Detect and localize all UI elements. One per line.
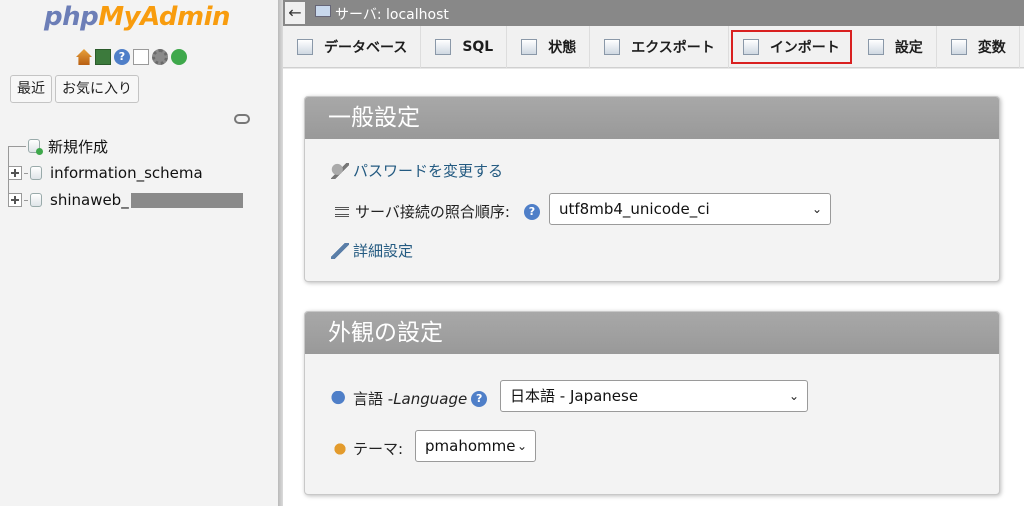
tab-sql-label: SQL [462,39,494,55]
tab-databases[interactable]: データベース [283,26,422,68]
tree-item-information-schema-label: information_schema [50,164,203,182]
status-icon [521,39,538,55]
collation-select[interactable]: utf8mb4_unicode_ci ⌄ [549,193,831,225]
new-database-icon [28,139,43,155]
appearance-settings-title: 外観の設定 [305,312,999,354]
collation-row: サーバ接続の照合順序: ? [335,201,540,222]
tree-item-information-schema[interactable]: information_schema [8,163,203,183]
theme-label: テーマ: [353,440,404,458]
link-with-main-panel-icon[interactable] [234,114,250,124]
favorites-button[interactable]: お気に入り [55,75,139,103]
theme-row: テーマ: [331,438,403,459]
database-icon [297,39,313,55]
tab-import[interactable]: インポート [730,30,852,64]
help-icon[interactable]: ? [523,203,540,220]
tab-sql[interactable]: SQL [421,26,508,68]
home-icon[interactable] [76,49,92,65]
quick-icons-bar: ? [76,49,187,65]
expand-icon[interactable] [8,193,22,207]
import-icon [742,39,759,55]
chevron-down-icon: ⌄ [811,202,822,216]
tab-databases-label: データベース [324,40,408,56]
main-content: 一般設定 パスワードを変更する サーバ接続の照合順序: ? utf8mb4_un… [283,69,1024,506]
tab-import-label: インポート [769,40,840,56]
tree-item-new[interactable]: 新規作成 [8,136,108,156]
exit-icon[interactable] [95,49,111,65]
tree-item-shinaweb[interactable]: shinaweb_ [8,190,243,210]
theme-select-value: pmahomme [425,437,516,455]
expand-icon[interactable] [8,166,22,180]
breadcrumb-bar: ← サーバ: localhost [283,0,1024,26]
tree-branch-line [24,199,28,201]
tab-status[interactable]: 状態 [507,26,591,68]
language-label: 言語 - [353,390,394,408]
tree-item-shinaweb-label: shinaweb_ [50,191,129,209]
settings-gear-icon[interactable] [152,49,168,65]
database-icon [30,193,42,207]
navigation-sidebar: phpMyAdmin ? 最近 お気に入り 新規作成 information_s… [0,0,278,506]
sql-icon [435,39,452,55]
variables-icon [950,39,967,55]
general-settings-title: 一般設定 [305,97,999,139]
more-settings-row: 詳細設定 [331,240,413,261]
appearance-settings-panel: 外観の設定 言語 - Language ? 日本語 - Japanese ⌄ テ… [304,311,1000,495]
theme-select[interactable]: pmahomme ⌄ [415,430,536,462]
breadcrumb-server[interactable]: サーバ: localhost [335,4,449,24]
list-icon [335,206,349,217]
logo-my: My [98,2,141,32]
tab-variables-label: 変数 [977,40,1006,56]
help-icon[interactable]: ? [114,49,130,65]
tree-item-new-label: 新規作成 [48,137,109,156]
tab-export[interactable]: エクスポート [590,26,729,68]
tab-export-label: エクスポート [631,40,715,56]
collation-select-value: utf8mb4_unicode_ci [559,200,710,218]
tab-status-label: 状態 [548,40,577,56]
wrench-icon [331,242,349,259]
tab-variables[interactable]: 変数 [937,26,1020,68]
chevron-down-icon: ⌄ [788,389,799,403]
language-icon [331,390,349,407]
help-icon[interactable]: ? [471,390,488,407]
language-select-value: 日本語 - Japanese [510,387,639,405]
recent-favorites-tabs: 最近 お気に入り [10,75,139,103]
language-row: 言語 - Language ? [331,388,488,409]
more-settings-link[interactable]: 詳細設定 [353,240,413,261]
database-icon [30,166,42,180]
change-password-link[interactable]: パスワードを変更する [353,160,503,181]
wrench-icon [867,39,884,55]
general-settings-panel: 一般設定 パスワードを変更する サーバ接続の照合順序: ? utf8mb4_un… [304,96,1000,282]
tree-branch-line [8,145,26,147]
change-password-row: パスワードを変更する [331,160,503,181]
collation-label: サーバ接続の照合順序: [355,203,510,221]
palette-icon [331,440,349,457]
server-icon [315,5,331,17]
tab-settings-label: 設定 [894,40,923,56]
language-select[interactable]: 日本語 - Japanese ⌄ [500,380,808,412]
recent-button[interactable]: 最近 [10,75,52,103]
redacted-block [130,192,243,208]
key-icon [331,162,349,179]
logo-php: php [44,2,99,32]
tab-settings[interactable]: 設定 [854,26,937,68]
export-icon [604,39,621,55]
docs-icon[interactable] [133,49,149,65]
phpmyadmin-logo[interactable]: phpMyAdmin [44,2,231,32]
main-tabs: データベース SQL 状態 エクスポート インポート 設定 変数 [283,26,1024,68]
tree-branch-line [24,172,28,174]
reload-icon[interactable] [171,49,187,65]
collapse-sidebar-button[interactable]: ← [285,2,305,24]
language-label-en: Language [393,389,468,408]
chevron-down-icon: ⌄ [516,439,527,453]
logo-admin: Admin [140,2,231,32]
